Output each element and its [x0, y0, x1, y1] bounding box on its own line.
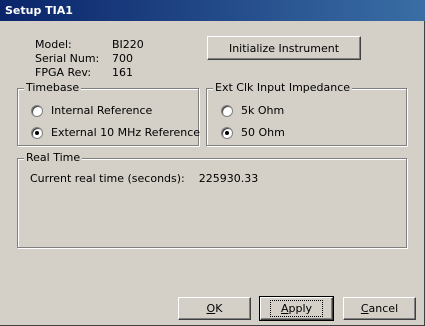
radio-button-icon — [31, 126, 43, 139]
external-reference-label: External 10 MHz Reference — [51, 126, 201, 139]
model-label: Model: — [35, 38, 72, 51]
ext-clk-title: Ext Clk Input Impedance — [213, 81, 353, 94]
radio-50-ohm[interactable]: 50 Ohm — [221, 126, 285, 139]
radio-button-icon — [31, 104, 43, 117]
real-time-title: Real Time — [24, 151, 83, 164]
window-title: Setup TIA1 — [5, 4, 73, 17]
radio-external-10mhz-reference[interactable]: External 10 MHz Reference — [31, 126, 200, 139]
real-time-label: Current real time (seconds): — [30, 172, 185, 185]
real-time-value: 225930.33 — [198, 172, 259, 185]
setup-dialog: Setup TIA1 Model: BI220 Serial Num: 700 … — [0, 0, 425, 326]
timebase-title: Timebase — [24, 81, 82, 94]
radio-button-icon — [221, 126, 233, 139]
fpga-rev-value: 161 — [112, 66, 133, 79]
serial-num-label: Serial Num: — [35, 52, 100, 65]
initialize-instrument-label: Initialize Instrument — [228, 41, 340, 55]
real-time-readout: Current real time (seconds): 225930.33 — [30, 172, 258, 185]
cancel-button[interactable]: Cancel — [343, 297, 416, 320]
model-value: BI220 — [112, 38, 144, 51]
ok-label: OK — [206, 302, 223, 315]
ok-button[interactable]: OK — [178, 297, 251, 320]
fpga-rev-label: FPGA Rev: — [35, 66, 92, 79]
serial-num-value: 700 — [112, 52, 133, 65]
5k-ohm-label: 5k Ohm — [241, 104, 285, 117]
cancel-label: Cancel — [360, 302, 399, 315]
internal-reference-label: Internal Reference — [51, 104, 153, 117]
title-bar[interactable]: Setup TIA1 — [0, 0, 425, 21]
radio-5k-ohm[interactable]: 5k Ohm — [221, 104, 284, 117]
radio-button-icon — [221, 104, 233, 117]
apply-label: Apply — [269, 300, 324, 317]
radio-internal-reference[interactable]: Internal Reference — [31, 104, 152, 117]
50-ohm-label: 50 Ohm — [241, 126, 285, 139]
initialize-instrument-button[interactable]: Initialize Instrument — [207, 36, 361, 60]
apply-button[interactable]: Apply — [259, 296, 334, 321]
